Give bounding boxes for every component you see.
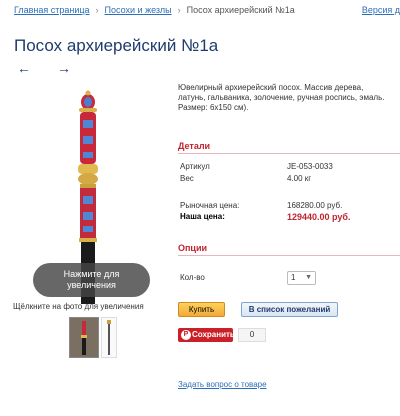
zoom-hint: Щёлкните на фото для увеличения: [13, 302, 144, 311]
weight-label: Вес: [180, 174, 194, 183]
thumbnail-staff-icon: [70, 318, 98, 357]
details-heading: Детали: [178, 141, 400, 154]
quantity-label: Кол-во: [180, 273, 205, 282]
pinterest-count: 0: [238, 328, 266, 342]
our-price-label: Наша цена:: [180, 212, 225, 221]
pinterest-icon: P: [181, 330, 191, 340]
thumbnail-1[interactable]: [69, 317, 99, 358]
prev-arrow-icon[interactable]: ←: [17, 58, 31, 78]
wishlist-button[interactable]: В список пожеланий: [241, 302, 338, 317]
options-heading: Опции: [178, 243, 400, 256]
pinterest-save-button[interactable]: P Сохранить: [178, 328, 235, 342]
product-description: Ювелирный архиерейский посох. Массив дер…: [178, 83, 385, 112]
breadcrumb-home-link[interactable]: Главная страница: [14, 5, 90, 15]
pinterest-label: Сохранить: [192, 330, 235, 339]
chevron-down-icon: ▼: [305, 274, 312, 281]
breadcrumb-current: Посох архиерейский №1а: [186, 5, 295, 15]
next-arrow-icon[interactable]: →: [57, 58, 71, 78]
zoom-overlay-button[interactable]: Нажмите для увеличения: [33, 263, 150, 297]
buy-button[interactable]: Купить: [178, 302, 225, 317]
breadcrumb-category-link[interactable]: Посохи и жезлы: [105, 5, 172, 15]
weight-value: 4.00 кг: [287, 174, 312, 183]
page-title: Посох архиерейский №1а: [14, 36, 219, 55]
quantity-value: 1: [291, 273, 296, 282]
breadcrumb-separator: ›: [95, 5, 99, 15]
ask-question-link[interactable]: Задать вопрос о товаре: [178, 380, 267, 389]
zoom-text-line1: Нажмите для: [63, 269, 120, 279]
market-price-label: Рыночная цена:: [180, 201, 240, 210]
market-price-value: 168280.00 руб.: [287, 201, 343, 210]
version-link[interactable]: Версия д: [362, 5, 400, 15]
product-image[interactable]: Нажмите для увеличения: [33, 84, 168, 304]
article-label: Артикул: [180, 162, 210, 171]
our-price-value: 129440.00 руб.: [287, 212, 351, 222]
zoom-text-line2: увеличения: [67, 280, 116, 290]
quantity-select[interactable]: 1 ▼: [287, 271, 316, 285]
thumbnail-staff-thin-icon: [107, 320, 111, 355]
breadcrumb: Главная страница › Посохи и жезлы › Посох ар…: [14, 5, 400, 19]
breadcrumb-separator: ›: [177, 5, 181, 15]
article-value: JE-053-0033: [287, 162, 333, 171]
thumbnail-2[interactable]: [101, 317, 117, 358]
